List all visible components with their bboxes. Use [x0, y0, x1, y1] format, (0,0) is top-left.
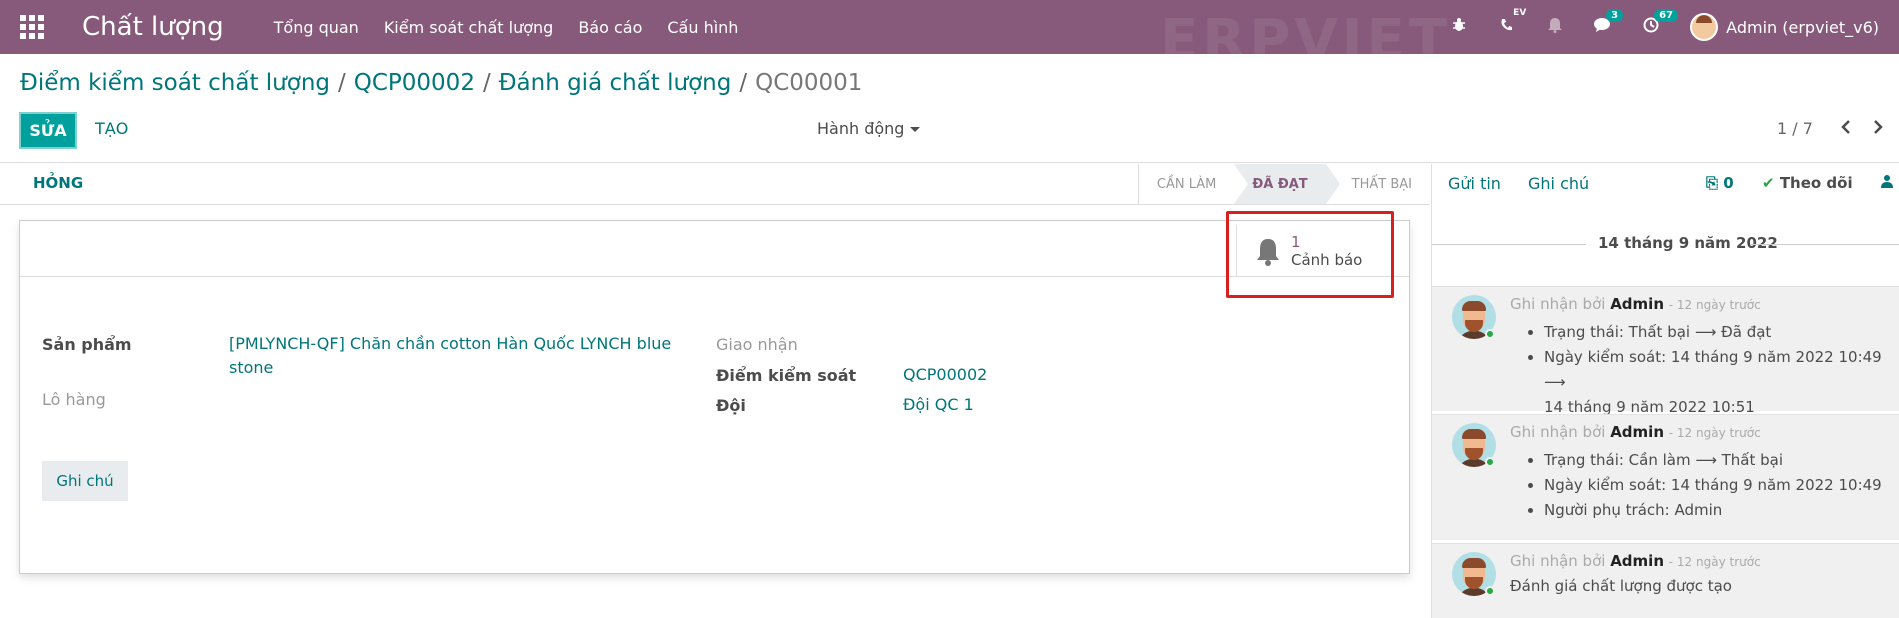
chatter-message: Ghi nhận bởi Admin - 12 ngày trước Đánh … — [1432, 543, 1899, 618]
list-item: Người phụ trách: Admin — [1544, 498, 1882, 523]
bell-icon[interactable] — [1546, 17, 1564, 37]
breadcrumb: Điểm kiểm soát chất lượng / QCP00002 / Đ… — [20, 70, 862, 96]
phone-icon[interactable]: EV — [1498, 8, 1526, 37]
list-item: Ngày kiểm soát: 14 tháng 9 năm 2022 10:4… — [1544, 345, 1899, 395]
breadcrumb-current: QC00001 — [755, 70, 863, 96]
create-button[interactable]: TẠO — [95, 119, 128, 138]
tracking-list: Trạng thái: Thất bại ⟶ Đã đạt Ngày kiểm … — [1544, 320, 1899, 420]
message-body: Đánh giá chất lượng được tạo — [1510, 577, 1732, 595]
message-author[interactable]: Admin — [1610, 295, 1664, 313]
message-time: - 12 ngày trước — [1668, 298, 1761, 312]
activity-badge: 67 — [1654, 9, 1679, 22]
user-menu[interactable]: Admin (erpviet_v6) — [1690, 13, 1879, 41]
chevron-right-icon[interactable] — [1872, 116, 1884, 140]
action-dropdown[interactable]: Hành động — [817, 119, 921, 138]
top-navbar: Chất lượng Tổng quan Kiểm soát chất lượn… — [0, 0, 1899, 73]
fail-button[interactable]: HỎNG — [33, 174, 83, 192]
paperclip-icon: ⎘ — [1706, 174, 1719, 192]
tab-note[interactable]: Ghi chú — [42, 461, 128, 501]
send-message-button[interactable]: Gửi tin — [1448, 174, 1501, 193]
online-status-icon — [1485, 329, 1495, 339]
breadcrumb-separator: / — [482, 70, 491, 96]
breadcrumb-separator: / — [338, 70, 346, 96]
message-header: Ghi nhận bởi Admin - 12 ngày trước — [1510, 552, 1761, 570]
attachment-count: 0 — [1723, 174, 1734, 192]
stage-passed[interactable]: ĐÃ ĐẠT — [1234, 164, 1341, 204]
breadcrumb-separator: / — [739, 70, 748, 96]
online-status-icon — [1485, 457, 1495, 467]
caret-down-icon — [910, 127, 921, 132]
message-author[interactable]: Admin — [1610, 423, 1664, 441]
date-separator: 14 tháng 9 năm 2022 — [1432, 234, 1899, 254]
avatar — [1690, 13, 1719, 41]
breadcrumb-item-point-list[interactable]: Điểm kiểm soát chất lượng — [20, 70, 330, 96]
team-label: Đội — [716, 396, 746, 415]
chatter-topbar: Gửi tin Ghi chú ⎘ 0 ✔ Theo dõi — [1432, 164, 1899, 205]
chatter-panel: Gửi tin Ghi chú ⎘ 0 ✔ Theo dõi 14 tháng … — [1431, 164, 1899, 618]
form-sheet: 1 Cảnh báo Sản phẩm [PMLYNCH-QF] Chăn ch… — [19, 220, 1410, 574]
menu-configuration[interactable]: Cấu hình — [667, 18, 738, 37]
message-header: Ghi nhận bởi Admin - 12 ngày trước — [1510, 295, 1761, 313]
follow-button[interactable]: ✔ Theo dõi — [1762, 174, 1853, 192]
pager-value[interactable]: 1 / 7 — [1777, 119, 1813, 138]
breadcrumb-item-checks[interactable]: Đánh giá chất lượng — [499, 70, 732, 96]
bug-icon[interactable] — [1450, 17, 1468, 37]
watermark: ERPVIET — [1160, 8, 1452, 73]
check-icon: ✔ — [1762, 174, 1775, 192]
date-label: 14 tháng 9 năm 2022 — [1598, 234, 1778, 252]
product-value-line1: [PMLYNCH-QF] Chăn chần cotton Hàn Quốc L… — [229, 334, 672, 353]
stage-failed[interactable]: THẤT BẠI — [1326, 164, 1430, 204]
divider — [1432, 244, 1586, 245]
message-header: Ghi nhận bởi Admin - 12 ngày trước — [1510, 423, 1761, 441]
highlight-box — [1226, 211, 1394, 298]
product-label: Sản phẩm — [42, 335, 132, 354]
log-note-button[interactable]: Ghi chú — [1528, 174, 1589, 193]
lot-label: Lô hàng — [42, 390, 106, 409]
chatter-message: Ghi nhận bởi Admin - 12 ngày trước Trạng… — [1432, 414, 1899, 540]
app-brand[interactable]: Chất lượng — [82, 12, 224, 42]
list-item: Ngày kiểm soát: 14 tháng 9 năm 2022 10:4… — [1544, 473, 1882, 498]
clock-icon[interactable]: 67 — [1642, 9, 1679, 37]
message-time: - 12 ngày trước — [1668, 555, 1761, 569]
menu-overview[interactable]: Tổng quan — [274, 18, 359, 37]
message-author[interactable]: Admin — [1610, 552, 1664, 570]
chatter-message: Ghi nhận bởi Admin - 12 ngày trước Trạng… — [1432, 286, 1899, 416]
divider — [1750, 244, 1899, 245]
stage-todo[interactable]: CẦN LÀM — [1139, 164, 1234, 204]
message-time: - 12 ngày trước — [1668, 426, 1761, 440]
apps-menu-icon[interactable] — [20, 15, 44, 39]
chat-icon[interactable]: 3 — [1594, 9, 1624, 37]
tracking-list: Trạng thái: Cần làm ⟶ Thất bại Ngày kiểm… — [1544, 448, 1882, 523]
picking-label: Giao nhận — [716, 335, 798, 354]
button-box: 1 Cảnh báo — [20, 221, 1409, 277]
chevron-left-icon[interactable] — [1840, 116, 1852, 140]
phone-badge: EV — [1513, 8, 1527, 18]
product-field[interactable]: [PMLYNCH-QF] Chăn chần cotton Hàn Quốc L… — [229, 332, 671, 380]
product-value-line2: stone — [229, 358, 274, 377]
control-point-field[interactable]: QCP00002 — [903, 363, 987, 387]
control-point-label: Điểm kiểm soát — [716, 366, 857, 385]
followers-icon[interactable] — [1880, 174, 1894, 192]
stage-pipeline: CẦN LÀM ĐÃ ĐẠT THẤT BẠI — [1137, 164, 1430, 204]
user-name: Admin (erpviet_v6) — [1726, 17, 1879, 37]
breadcrumb-item-point[interactable]: QCP00002 — [354, 70, 475, 96]
follow-label: Theo dõi — [1779, 174, 1853, 192]
chat-badge: 3 — [1606, 9, 1624, 22]
edit-button[interactable]: SỬA — [19, 112, 77, 149]
status-bar: HỎNG CẦN LÀM ĐÃ ĐẠT THẤT BẠI — [0, 164, 1430, 205]
list-item: Trạng thái: Thất bại ⟶ Đã đạt — [1544, 320, 1899, 345]
team-field[interactable]: Đội QC 1 — [903, 393, 974, 417]
menu-quality-control[interactable]: Kiểm soát chất lượng — [384, 18, 554, 37]
divider — [0, 162, 1899, 163]
list-item: Trạng thái: Cần làm ⟶ Thất bại — [1544, 448, 1882, 473]
online-status-icon — [1485, 586, 1495, 596]
attachment-button[interactable]: ⎘ 0 — [1706, 174, 1734, 192]
action-dropdown-label: Hành động — [817, 119, 905, 138]
menu-reporting[interactable]: Báo cáo — [578, 18, 642, 37]
